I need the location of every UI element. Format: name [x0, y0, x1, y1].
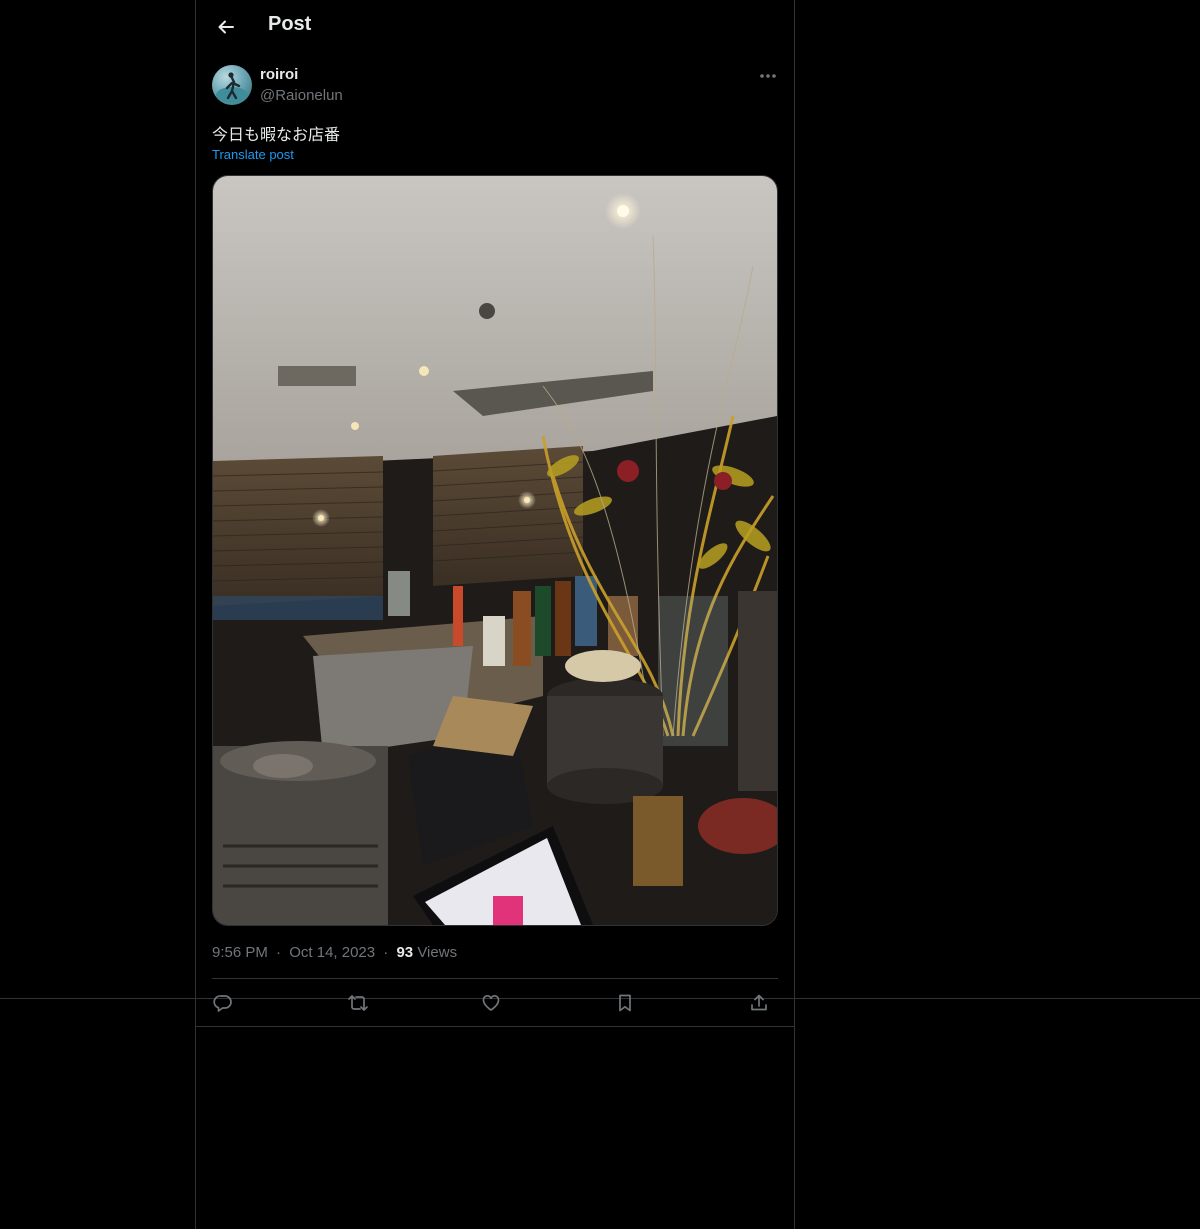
back-button[interactable] [208, 9, 244, 45]
views-count: 93 [396, 944, 414, 961]
translate-post-link[interactable]: Translate post [212, 147, 294, 162]
post-bottom-divider [196, 1026, 794, 1027]
page: Post roiroi @Raionelun 今日も暇なお店番 Translat… [0, 0, 1200, 1229]
page-title: Post [268, 13, 312, 35]
post-photo[interactable] [212, 175, 778, 926]
avatar-image-icon [216, 72, 248, 103]
more-options-button[interactable] [754, 62, 782, 90]
meta-separator: · [383, 944, 389, 961]
share-button[interactable] [742, 986, 776, 1020]
share-icon [751, 994, 767, 1011]
arrow-left-icon [218, 20, 234, 34]
avatar[interactable] [212, 65, 252, 105]
more-horizontal-icon [760, 74, 776, 78]
meta-separator: · [276, 944, 282, 961]
views-label: Views [417, 944, 458, 961]
bookmark-button[interactable] [608, 986, 642, 1020]
heart-icon [482, 994, 500, 1011]
reply-icon [213, 995, 232, 1012]
repost-button[interactable] [341, 986, 375, 1020]
post-actions [212, 986, 778, 1020]
author-handle[interactable]: @Raionelun [260, 87, 343, 104]
bookmark-icon [619, 994, 631, 1012]
repost-icon [348, 995, 368, 1011]
bar-interior-photo [213, 176, 777, 925]
post-time[interactable]: 9:56 PM [212, 944, 268, 961]
post-text: 今日も暇なお店番 [212, 125, 341, 144]
post-header: Post [196, 0, 794, 54]
reply-button[interactable] [206, 986, 240, 1020]
like-button[interactable] [474, 986, 508, 1020]
main-column: Post roiroi @Raionelun 今日も暇なお店番 Translat… [195, 0, 795, 1229]
post-date[interactable]: Oct 14, 2023 [289, 944, 375, 961]
post-meta: 9:56 PM · Oct 14, 2023 · 93 Views [212, 944, 457, 961]
author-name[interactable]: roiroi [260, 66, 298, 83]
actions-divider [212, 978, 778, 979]
